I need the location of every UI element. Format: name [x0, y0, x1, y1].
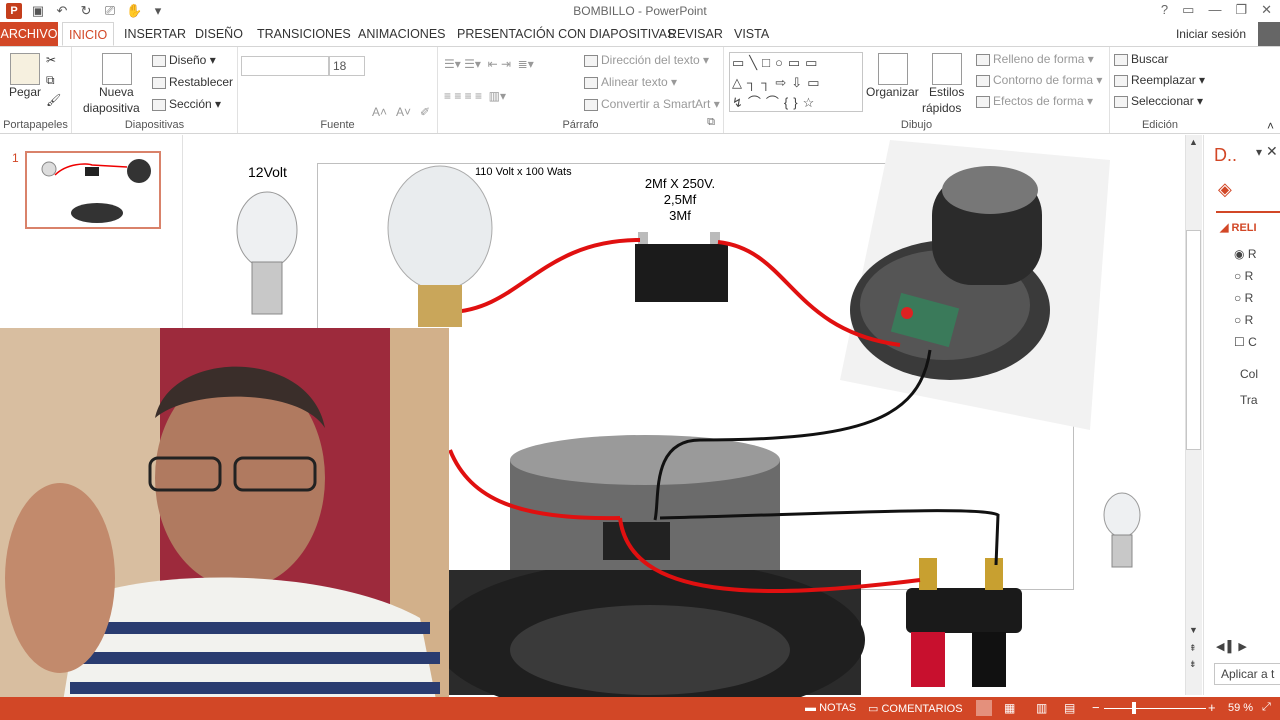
fill-checkbox[interactable]: ☐ C — [1234, 335, 1257, 349]
zoom-level[interactable]: 59 % — [1228, 702, 1253, 714]
comments-label: COMENTARIOS — [881, 703, 963, 715]
red-post — [911, 632, 945, 687]
posts-base — [906, 588, 1022, 633]
woofer-dustcap — [510, 605, 790, 695]
zoom-slider[interactable] — [1104, 708, 1206, 709]
label-capacitor-1[interactable]: 2Mf X 250V. — [630, 176, 730, 191]
offslide-bulb-base — [1111, 534, 1133, 568]
fill-checkbox-label: C — [1248, 335, 1257, 349]
apply-to-all-button[interactable]: Aplicar a t — [1214, 663, 1280, 685]
slide-sorter-icon[interactable]: ▦ — [1004, 701, 1015, 715]
format-pane: D.. ▾ ✕ ◈ ◢ RELI ◉ R ○ R ○ R ○ R ☐ C Col… — [1203, 135, 1280, 695]
small-bulb-base — [251, 261, 283, 315]
fill-radio-1[interactable]: ◉ R — [1234, 247, 1256, 261]
webcam-overlay — [0, 328, 449, 720]
pane-close-icon[interactable]: ✕ — [1266, 143, 1278, 160]
scroll-down-icon[interactable]: ▼ — [1189, 625, 1198, 635]
pane-section-label: RELI — [1231, 222, 1257, 234]
slideshow-icon[interactable]: ▤ — [1064, 701, 1075, 715]
small-bulb-image[interactable] — [236, 191, 298, 315]
fit-slide-icon[interactable]: ⤢ — [1262, 701, 1271, 714]
zoom-in-icon[interactable]: + — [1208, 700, 1216, 715]
pane-menu-icon[interactable]: ▾ — [1256, 145, 1262, 159]
large-bulb-image[interactable] — [387, 165, 493, 327]
binding-posts-image[interactable] — [906, 558, 1022, 687]
large-bulb-base — [418, 285, 462, 327]
fill-radio-2[interactable]: ○ R — [1234, 269, 1253, 283]
comments-button[interactable]: ▭ COMENTARIOS — [868, 702, 963, 715]
pane-section-fill[interactable]: ◢ RELI — [1220, 221, 1257, 234]
pane-title: D.. — [1214, 145, 1238, 165]
next-slide-icon[interactable]: ⇟ — [1189, 659, 1197, 670]
tweeter-image[interactable] — [840, 140, 1110, 430]
status-bar: ▬ NOTAS ▭ COMENTARIOS ▦ ▥ ▤ − + 59 % ⤢ — [0, 697, 1280, 720]
fill-line-icon[interactable]: ◈ — [1218, 179, 1232, 200]
label-capacitor-3[interactable]: 3Mf — [630, 208, 730, 223]
fill-radio-3-label: R — [1244, 291, 1254, 305]
large-bulb-glass — [387, 165, 493, 291]
scroll-up-icon[interactable]: ▲ — [1189, 137, 1198, 147]
reading-view-icon[interactable]: ▥ — [1036, 701, 1047, 715]
capacitor-image[interactable] — [635, 232, 728, 302]
black-post — [972, 632, 1006, 687]
zoom-out-icon[interactable]: − — [1092, 700, 1100, 715]
transparency-label: Tra — [1240, 393, 1258, 407]
label-capacitor-2[interactable]: 2,5Mf — [630, 192, 730, 207]
small-bulb-glass — [236, 191, 298, 269]
gold-post-left — [919, 558, 937, 590]
capacitor-body — [635, 244, 728, 302]
woofer-magnet-top — [510, 435, 780, 485]
notes-label: NOTAS — [819, 702, 857, 714]
label-12volt[interactable]: 12Volt — [248, 164, 287, 180]
zoom-slider-thumb[interactable] — [1132, 702, 1136, 714]
fill-radio-3[interactable]: ○ R — [1234, 291, 1253, 305]
capacitor-lead-left — [638, 232, 648, 244]
woofer-image[interactable] — [435, 435, 865, 720]
fill-radio-4[interactable]: ○ R — [1234, 313, 1253, 327]
notes-button[interactable]: ▬ NOTAS — [805, 702, 856, 714]
fill-radio-4-label: R — [1244, 313, 1254, 327]
prev-slide-icon[interactable]: ⇞ — [1189, 643, 1197, 654]
normal-view-icon[interactable] — [976, 700, 992, 716]
color-label: Col — [1240, 367, 1259, 381]
fill-radio-2-label: R — [1244, 269, 1254, 283]
tweeter-mouth — [942, 166, 1038, 214]
fill-radio-1-label: R — [1247, 247, 1257, 261]
webcam-video — [0, 328, 449, 720]
scroll-thumb[interactable] — [1186, 230, 1201, 450]
pane-nav-icons[interactable]: ◀ ▌ ▶ — [1216, 640, 1247, 653]
offslide-bulb-image[interactable] — [1082, 488, 1165, 572]
gold-post-right — [985, 558, 1003, 590]
tweeter-red-dot — [901, 307, 913, 319]
pane-tab-underline — [1216, 211, 1280, 213]
label-bulb-rating[interactable]: 110 Volt x 100 Wats — [475, 166, 572, 178]
webcam-hand — [5, 483, 115, 673]
offslide-bulb-glass — [1103, 492, 1141, 538]
